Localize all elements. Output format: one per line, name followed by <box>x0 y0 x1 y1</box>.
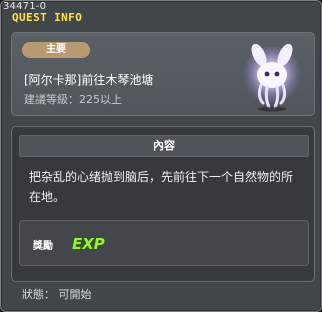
recommended-level: 建議等級：225以上 <box>24 93 122 106</box>
quest-description: 把杂乱的心绪抛到脑后，先前往下一个自然物的所在地。 <box>29 170 294 204</box>
quest-name: [阿尔卡那]前往木琴池塘 <box>24 73 154 87</box>
content-header: 內容 <box>19 135 309 157</box>
reward-label: 獎勵 <box>33 241 53 252</box>
quest-info-window: 34471-0 QUEST INFO 主要 [阿尔卡那]前往木琴池塘 建議等級：… <box>0 0 322 312</box>
quest-content-panel: 內容 把杂乱的心绪抛到脑后，先前往下一个自然物的所在地。 獎勵 EXP EXP <box>11 126 315 282</box>
exp-icon: EXP EXP <box>71 234 106 253</box>
spirit-npc-icon <box>242 43 302 112</box>
quest-summary: 主要 [阿尔卡那]前往木琴池塘 建議等級：225以上 <box>11 32 315 116</box>
quest-status: 狀態： 可開始 <box>22 288 92 301</box>
exp-text: EXP <box>72 235 105 253</box>
reward-box: 獎勵 EXP EXP <box>19 220 309 266</box>
window-title: QUEST INFO <box>12 11 83 24</box>
quest-type-badge: 主要 <box>22 42 90 58</box>
